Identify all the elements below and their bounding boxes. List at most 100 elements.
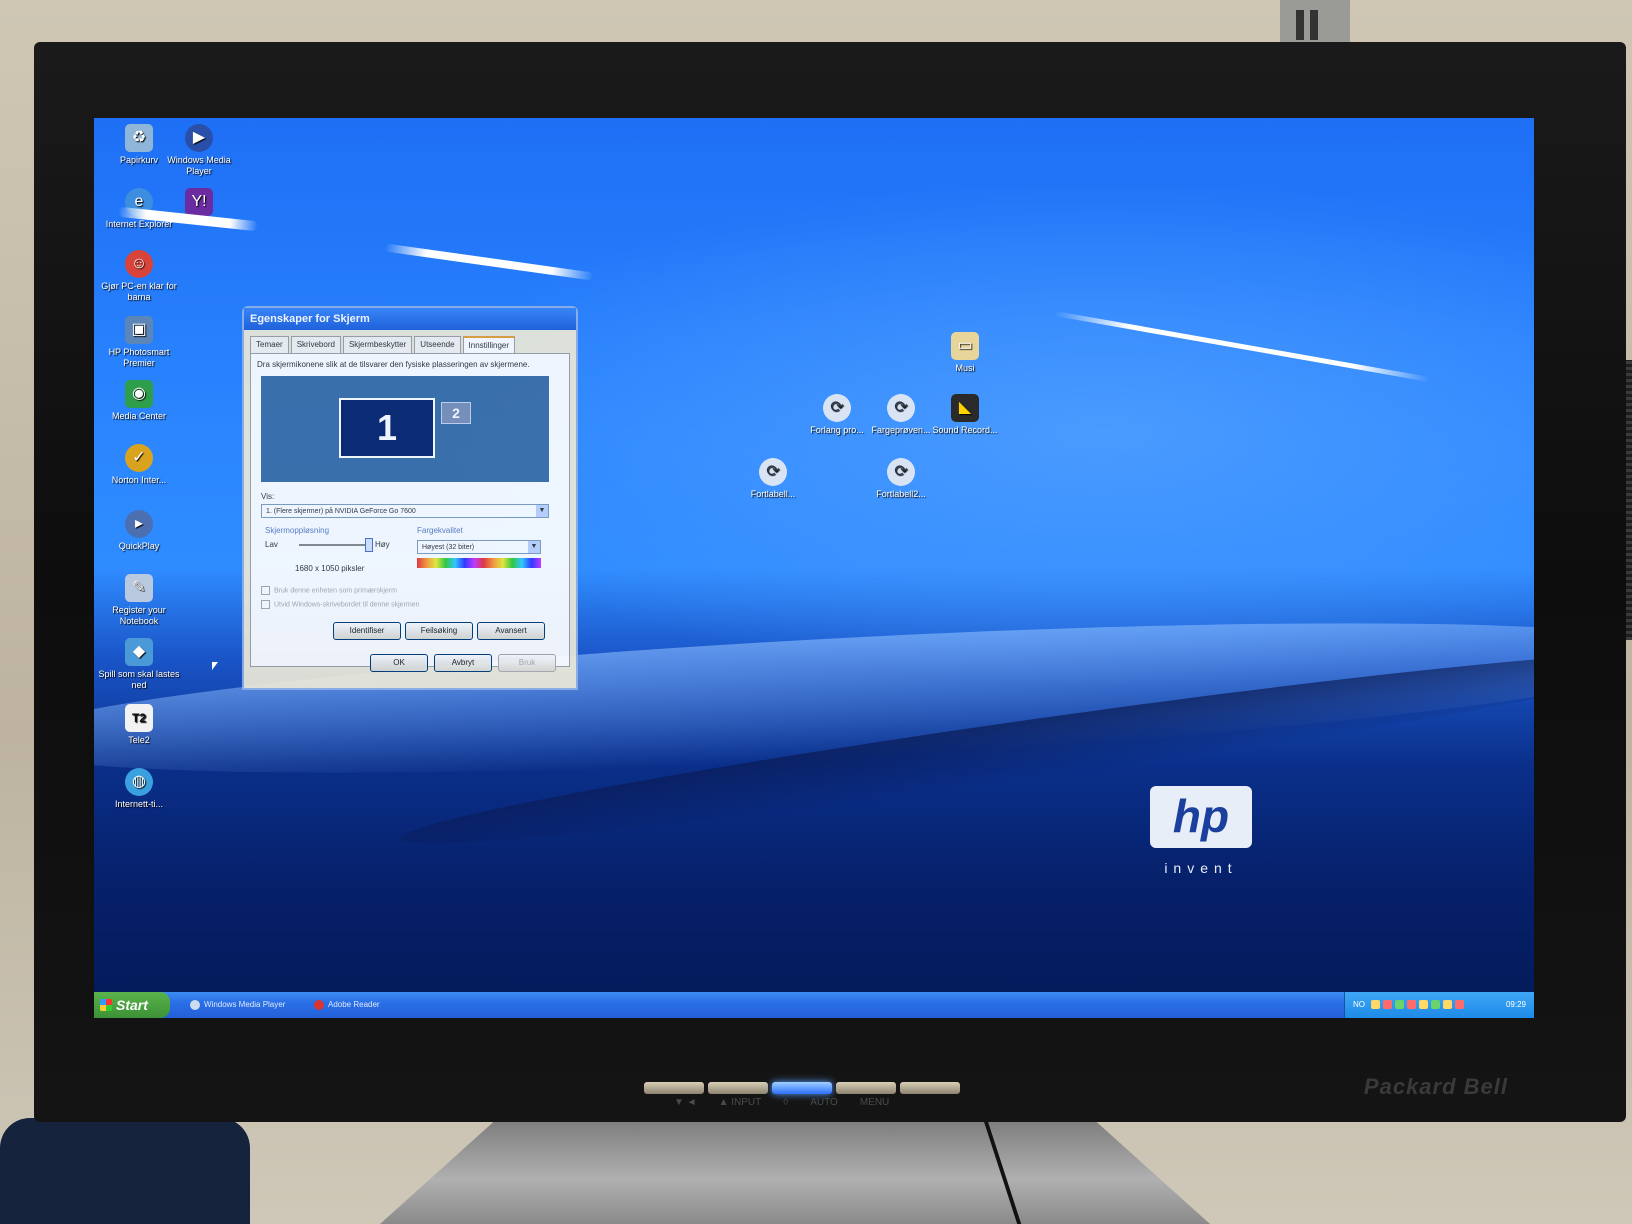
- clock[interactable]: 09:29: [1506, 1000, 1526, 1009]
- settings-panel: Dra skjermikonene slik at de tilsvarer d…: [250, 353, 570, 667]
- desktop-icon-register[interactable]: ✎ Register your Notebook: [94, 574, 184, 627]
- chevron-down-icon: ▼: [528, 541, 540, 553]
- extend-desktop-checkbox[interactable]: Utvid Windows-skrivebordet til denne skj…: [261, 600, 420, 609]
- color-quality-select[interactable]: Høyest (32 biter) ▼: [417, 540, 541, 554]
- desktop-icon-label: Register your Notebook: [112, 605, 166, 626]
- tray-icon[interactable]: [1455, 1000, 1464, 1009]
- monitor-label: MENU: [859, 1097, 890, 1108]
- shortcut-icon: ⟳: [887, 394, 915, 422]
- desktop-icon-photosmart[interactable]: ▣ HP Photosmart Premier: [94, 316, 184, 369]
- language-indicator[interactable]: NO: [1353, 992, 1365, 1018]
- monitor-button-labels: ▼ ◄ ▲ INPUT ◊ AUTO MENU: [674, 1097, 889, 1108]
- tray-icon[interactable]: [1383, 1000, 1392, 1009]
- tab-appearance[interactable]: Utseende: [414, 336, 461, 353]
- desktop-icon-label: Fortlabell2...: [876, 489, 926, 499]
- color-quality-label: Fargekvalitet: [417, 526, 463, 535]
- display-properties-dialog: Egenskaper for Skjerm Temaer Skrivebord …: [242, 306, 578, 690]
- monitor-button-menu[interactable]: [900, 1082, 960, 1094]
- hp-logo: hp: [1150, 786, 1252, 848]
- desktop-icon-label: Spill som skal lastes ned: [98, 669, 180, 690]
- tray-icon[interactable]: [1407, 1000, 1416, 1009]
- system-tray: NO 09:29: [1344, 992, 1534, 1018]
- desktop-icon-media-player[interactable]: ▶ Windows Media Player: [154, 124, 244, 177]
- resolution-value: 1680 x 1050 piksler: [295, 564, 365, 573]
- desktop-icon-label: Tele2: [128, 735, 150, 745]
- desktop-icon-shortcut[interactable]: ⟳ Fortlabell2...: [856, 458, 946, 500]
- desktop-icon-label: Internett-ti...: [114, 799, 164, 809]
- monitor-power-button[interactable]: [772, 1082, 832, 1094]
- desktop-icon-folder[interactable]: ▭ Musi: [920, 332, 1010, 374]
- tray-icon[interactable]: [1431, 1000, 1440, 1009]
- monitor-button-down[interactable]: [644, 1082, 704, 1094]
- tab-themes[interactable]: Temaer: [250, 336, 289, 353]
- tab-screensaver[interactable]: Skjermbeskytter: [342, 336, 413, 353]
- primary-monitor-checkbox[interactable]: Bruk denne enheten som primærskjerm: [261, 586, 397, 595]
- monitor-label: AUTO: [810, 1097, 838, 1108]
- advanced-button[interactable]: Avansert: [477, 622, 545, 640]
- screen-glare: [384, 243, 594, 281]
- desktop-icon-label: Norton Inter...: [111, 475, 167, 485]
- tray-icon[interactable]: [1443, 1000, 1452, 1009]
- desktop-icon-internet[interactable]: ◍ Internett-ti...: [94, 768, 184, 810]
- monitor-button-input[interactable]: [708, 1082, 768, 1094]
- tray-icon[interactable]: [1371, 1000, 1380, 1009]
- mouse-cursor-icon: [212, 662, 218, 670]
- taskbar: Start Windows Media Player Adobe Reader …: [94, 992, 1534, 1018]
- tray-icons: [1371, 1000, 1464, 1009]
- tray-icon[interactable]: [1395, 1000, 1404, 1009]
- desktop-icon-media-center[interactable]: ◉ Media Center: [94, 380, 184, 422]
- desktop-icon-parental[interactable]: ☺ Gjør PC-en klar for barna: [94, 250, 184, 303]
- desktop-icon-audio-app[interactable]: ◣ Sound Record...: [920, 394, 1010, 436]
- resolution-slider-track[interactable]: [299, 544, 369, 546]
- display-label: Vis:: [261, 492, 275, 501]
- games-icon: ◆: [125, 638, 153, 666]
- taskbar-item-adobe-reader[interactable]: Adobe Reader: [310, 995, 438, 1015]
- media-player-icon: [190, 1000, 200, 1010]
- desktop-icon-label: Gjør PC-en klar for barna: [101, 281, 177, 302]
- media-center-icon: ◉: [125, 380, 153, 408]
- shortcut-icon: ⟳: [823, 394, 851, 422]
- monitor-label: ▼ ◄: [674, 1097, 697, 1108]
- dialog-title[interactable]: Egenskaper for Skjerm: [244, 308, 576, 330]
- register-icon: ✎: [125, 574, 153, 602]
- dialog-tabs: Temaer Skrivebord Skjermbeskytter Utseen…: [244, 330, 576, 353]
- shortcut-icon: ⟳: [887, 458, 915, 486]
- troubleshoot-button[interactable]: Feilsøking: [405, 622, 473, 640]
- desktop-icon-label: Media Center: [111, 411, 167, 421]
- resolution-label: Skjermoppløsning: [265, 526, 330, 535]
- identify-button[interactable]: Identifiser: [333, 622, 401, 640]
- taskbar-item-media-player[interactable]: Windows Media Player: [186, 995, 324, 1015]
- ok-button[interactable]: OK: [370, 654, 428, 672]
- monitor-1-tile[interactable]: 1: [339, 398, 435, 458]
- chevron-down-icon: ▼: [536, 505, 548, 517]
- desktop-icon-label: QuickPlay: [118, 541, 160, 551]
- recycle-bin-icon: ♻: [125, 124, 153, 152]
- tray-icon[interactable]: [1419, 1000, 1428, 1009]
- arrange-hint: Dra skjermikonene slik at de tilsvarer d…: [257, 360, 530, 369]
- monitor-label: ▲ INPUT: [718, 1097, 762, 1108]
- resolution-slider-thumb[interactable]: [365, 538, 373, 552]
- desktop-icon-shortcut[interactable]: ⟳ Fortlabell...: [728, 458, 818, 500]
- tab-desktop[interactable]: Skrivebord: [290, 336, 341, 353]
- desktop-icon-label: Sound Record...: [932, 425, 998, 435]
- display-select[interactable]: 1. (Flere skjermer) på NVIDIA GeForce Go…: [261, 504, 549, 518]
- photosmart-icon: ▣: [125, 316, 153, 344]
- screen-glare: [1054, 311, 1430, 382]
- monitor-2-tile[interactable]: 2: [441, 402, 471, 424]
- apply-button[interactable]: Bruk: [498, 654, 556, 672]
- desktop-icon-tele2[interactable]: T2 Tele2: [94, 704, 184, 746]
- tab-settings[interactable]: Innstillinger: [462, 336, 516, 353]
- start-button[interactable]: Start: [94, 992, 170, 1018]
- yahoo-icon: Y!: [185, 188, 213, 216]
- monitor-button-auto[interactable]: [836, 1082, 896, 1094]
- desktop-icon-norton[interactable]: ✓ Norton Inter...: [94, 444, 184, 486]
- desktop-icon-label: HP Photosmart Premier: [108, 347, 170, 368]
- monitor-bezel: ▼ ◄ ▲ INPUT ◊ AUTO MENU Packard Bell ♻ P…: [34, 42, 1626, 1122]
- desktop-icon-label: Papirkurv: [119, 155, 158, 165]
- wall-bracket: [1280, 0, 1350, 46]
- desktop-icon-quickplay[interactable]: ▸ QuickPlay: [94, 510, 184, 552]
- cancel-button[interactable]: Avbryt: [434, 654, 492, 672]
- desktop-screen: ♻ Papirkurv ▶ Windows Media Player e Int…: [94, 118, 1534, 1018]
- desktop-icon-games[interactable]: ◆ Spill som skal lastes ned: [94, 638, 184, 691]
- parental-icon: ☺: [125, 250, 153, 278]
